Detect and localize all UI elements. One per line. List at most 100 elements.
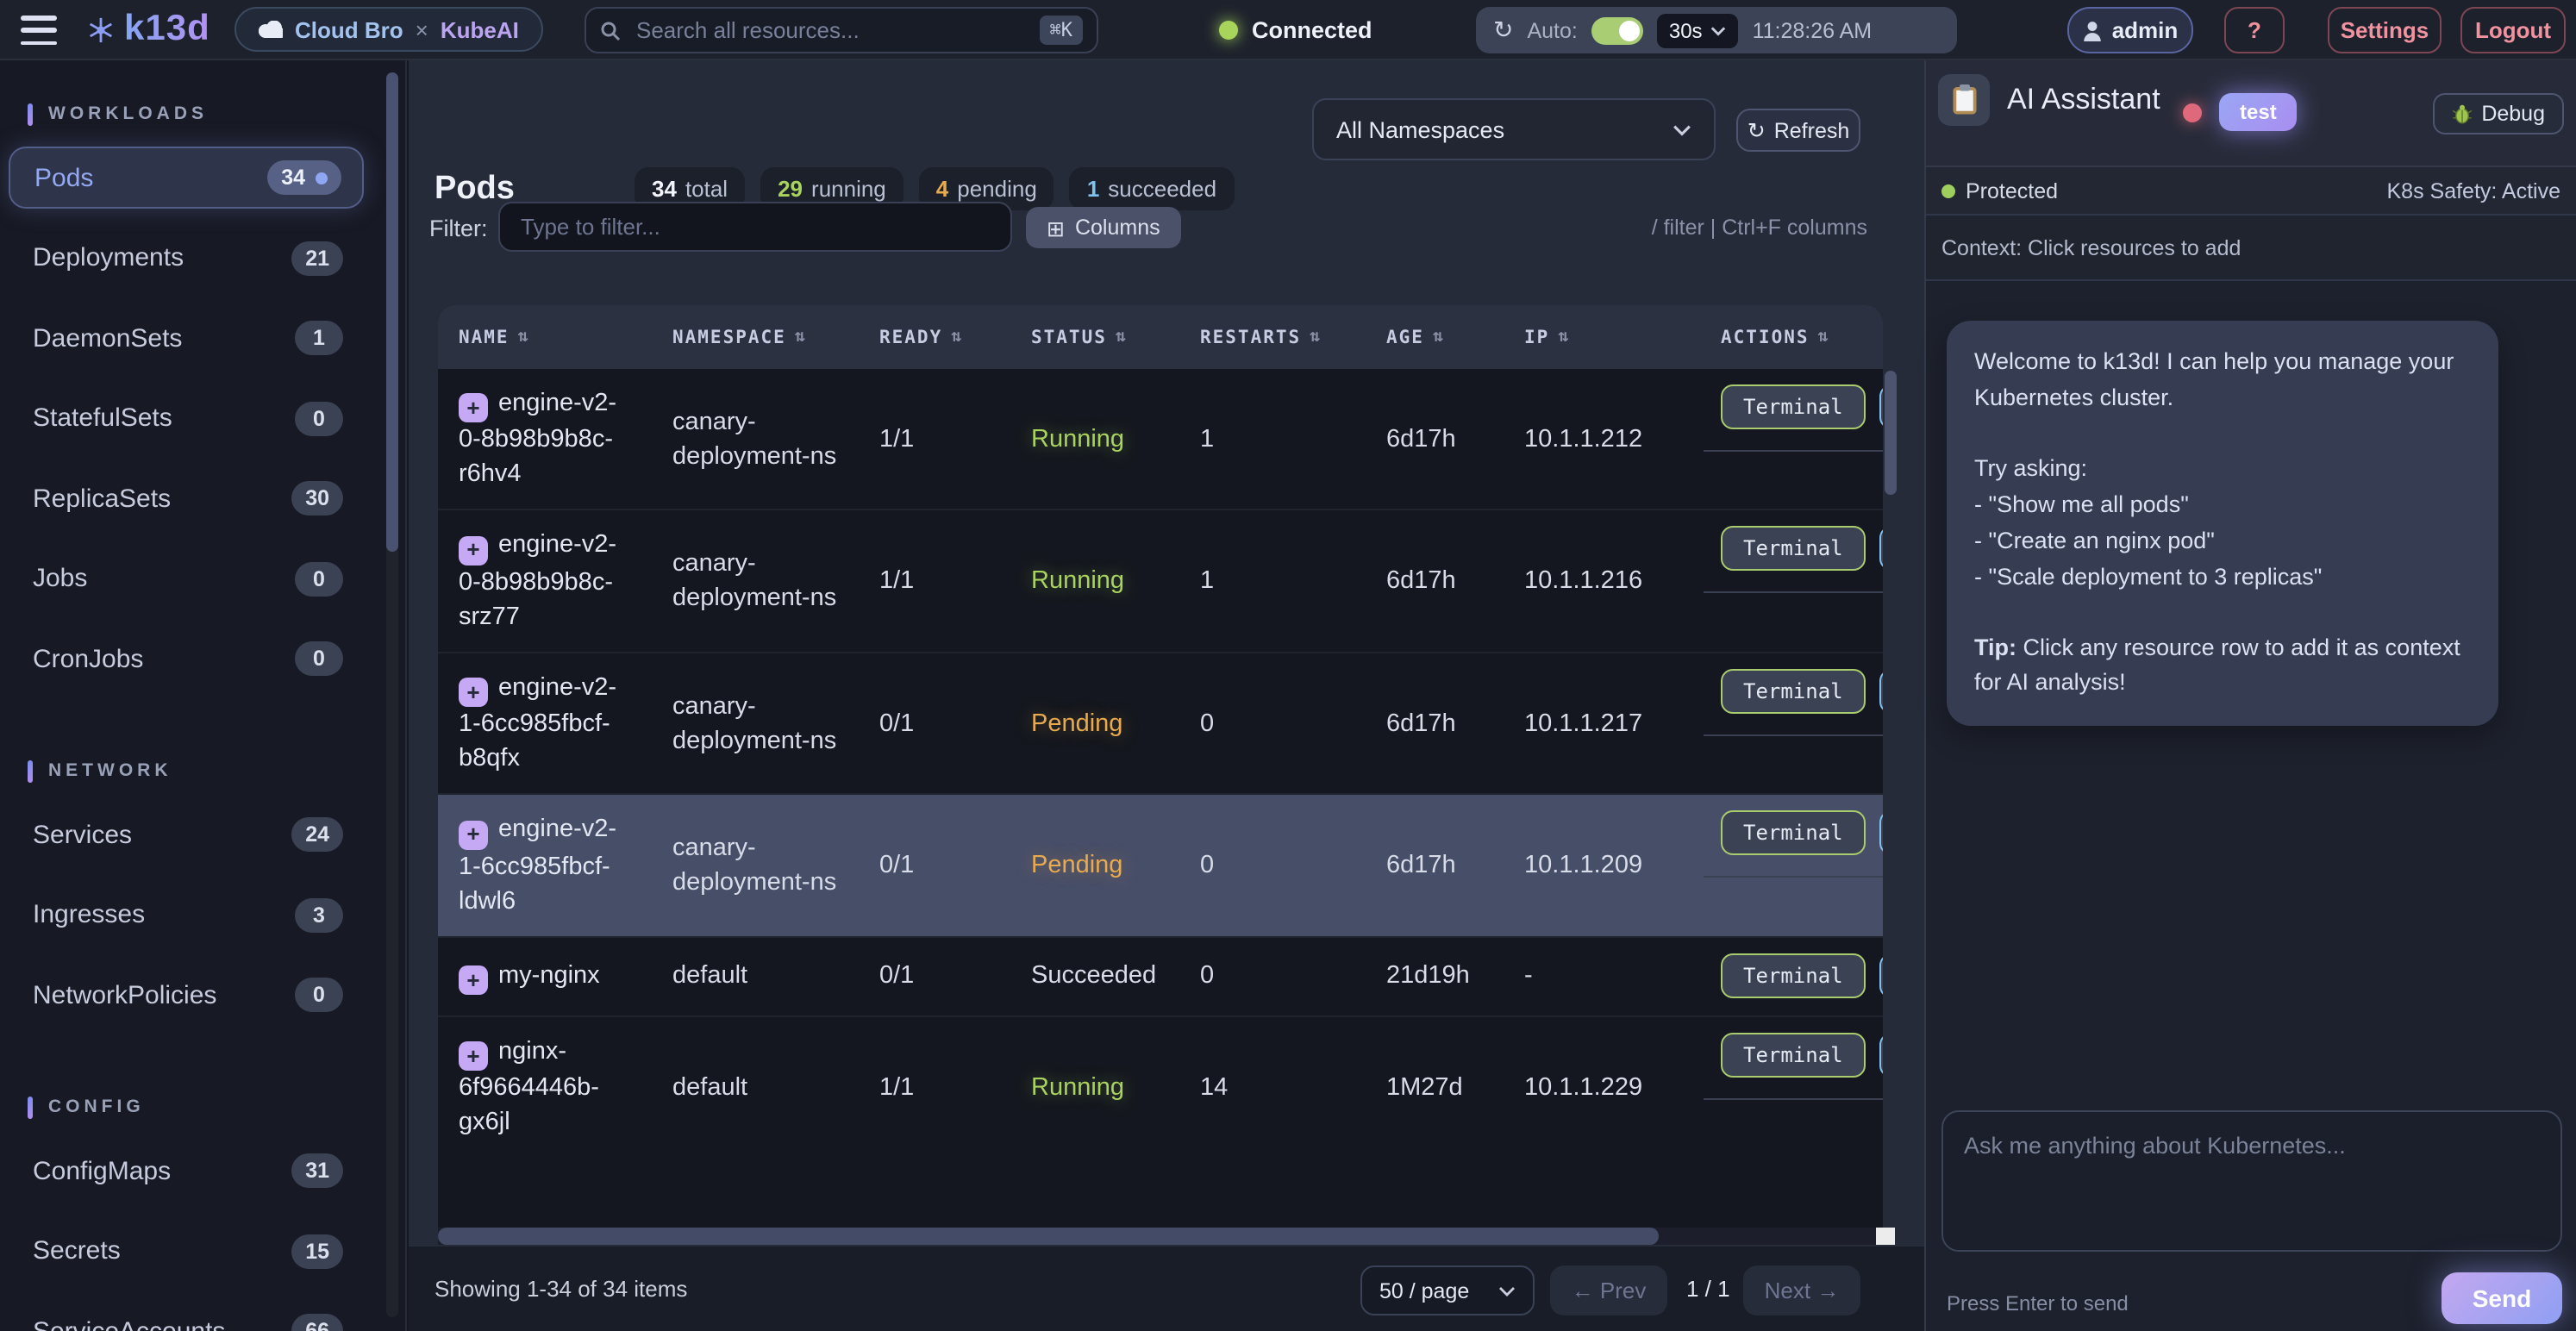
interval-select[interactable]: 30s bbox=[1657, 13, 1739, 47]
terminal-button[interactable]: Terminal bbox=[1721, 1033, 1866, 1078]
refresh-button[interactable]: ↻ Refresh bbox=[1736, 109, 1860, 152]
column-header-ip[interactable]: IP⇅ bbox=[1504, 305, 1700, 369]
sidebar-item-networkpolicies[interactable]: NetworkPolicies0 bbox=[9, 964, 364, 1026]
prev-page-button[interactable]: ← Prev bbox=[1550, 1265, 1667, 1315]
count-badge: 0 bbox=[295, 561, 343, 596]
kubernetes-helm-icon bbox=[86, 16, 116, 45]
sidebar-item-label: DaemonSets bbox=[33, 323, 182, 353]
column-header-actions[interactable]: ACTIONS⇅ bbox=[1700, 305, 1883, 369]
sidebar-item-pods[interactable]: Pods 34 bbox=[9, 147, 364, 209]
menu-icon[interactable] bbox=[21, 16, 57, 45]
sidebar-item-daemonsets[interactable]: DaemonSets1 bbox=[9, 307, 364, 369]
count-badge: 21 bbox=[291, 241, 343, 275]
chevron-down-icon bbox=[1711, 25, 1727, 35]
column-header-ready[interactable]: READY⇅ bbox=[859, 305, 1010, 369]
connected-dot-icon bbox=[1219, 21, 1238, 40]
logs-button[interactable]: Logs bbox=[1879, 811, 1883, 856]
table-row[interactable]: +my-nginx default 0/1 Succeeded 0 21d19h… bbox=[438, 936, 1883, 1015]
terminal-button[interactable]: Terminal bbox=[1721, 811, 1866, 856]
settings-button[interactable]: Settings bbox=[2328, 7, 2442, 53]
logs-button[interactable]: Logs bbox=[1879, 1033, 1883, 1078]
table-row[interactable]: +engine-v2-0-8b98b9b8c-r6hv4 canary-depl… bbox=[438, 369, 1883, 509]
sort-icon: ⇅ bbox=[1818, 328, 1830, 347]
namespace-select[interactable]: All Namespaces bbox=[1312, 98, 1716, 160]
send-button[interactable]: Send bbox=[2442, 1272, 2562, 1324]
logout-button[interactable]: Logout bbox=[2460, 7, 2566, 53]
sidebar-item-label: ReplicaSets bbox=[33, 484, 171, 513]
sort-icon: ⇅ bbox=[1433, 328, 1445, 347]
column-header-restarts[interactable]: RESTARTS⇅ bbox=[1179, 305, 1366, 369]
sidebar-item-label: Jobs bbox=[33, 564, 87, 593]
logs-button[interactable]: Logs bbox=[1879, 527, 1883, 572]
table-row[interactable]: +engine-v2-0-8b98b9b8c-srz77 canary-depl… bbox=[438, 509, 1883, 652]
chat-input[interactable] bbox=[1941, 1110, 2562, 1252]
clock-time: 11:28:26 AM bbox=[1753, 18, 1873, 42]
search-input[interactable] bbox=[633, 16, 1040, 45]
columns-button[interactable]: ⊞ Columns bbox=[1026, 207, 1181, 248]
refresh-icon: ↻ bbox=[1748, 117, 1766, 143]
filter-input[interactable] bbox=[498, 202, 1012, 252]
auto-refresh-toggle[interactable] bbox=[1591, 16, 1643, 44]
table-header: NAME⇅NAMESPACE⇅READY⇅STATUS⇅RESTARTS⇅AGE… bbox=[438, 305, 1883, 369]
sidebar-item-serviceaccounts[interactable]: ServiceAccounts66 bbox=[9, 1300, 364, 1331]
logs-button[interactable]: Logs bbox=[1879, 953, 1883, 998]
column-header-name[interactable]: NAME⇅ bbox=[438, 305, 652, 369]
add-context-icon[interactable]: + bbox=[459, 821, 488, 850]
sidebar-item-label: Pods bbox=[34, 163, 93, 192]
sidebar-item-cronjobs[interactable]: CronJobs0 bbox=[9, 628, 364, 690]
top-bar: k13d Cloud Bro × KubeAI ⌘K Connected ↻ A… bbox=[0, 0, 2576, 60]
add-context-icon[interactable]: + bbox=[459, 965, 488, 995]
count-badge: 0 bbox=[295, 978, 343, 1012]
terminal-button[interactable]: Terminal bbox=[1721, 669, 1866, 714]
sidebar-item-secrets[interactable]: Secrets15 bbox=[9, 1220, 364, 1282]
cluster-ai-name: KubeAI bbox=[441, 16, 519, 42]
section-accent-bar bbox=[28, 103, 33, 125]
logs-button[interactable]: Logs bbox=[1879, 384, 1883, 429]
sidebar-item-services[interactable]: Services24 bbox=[9, 803, 364, 865]
sidebar-item-configmaps[interactable]: ConfigMaps31 bbox=[9, 1140, 364, 1202]
add-context-icon[interactable]: + bbox=[459, 678, 488, 708]
sort-icon: ⇅ bbox=[1558, 328, 1570, 347]
sidebar-scrollbar-thumb[interactable] bbox=[386, 72, 398, 552]
connection-label: Connected bbox=[1252, 17, 1372, 43]
global-search[interactable]: ⌘K bbox=[585, 7, 1098, 53]
terminal-button[interactable]: Terminal bbox=[1721, 527, 1866, 572]
refresh-icon[interactable]: ↻ bbox=[1493, 16, 1513, 45]
debug-button[interactable]: Debug bbox=[2433, 93, 2564, 134]
add-context-icon[interactable]: + bbox=[459, 394, 488, 423]
table-row[interactable]: +nginx-6f9664446b-gx6jl default 1/1 Runn… bbox=[438, 1015, 1883, 1158]
sidebar-item-replicasets[interactable]: ReplicaSets30 bbox=[9, 467, 364, 529]
user-button[interactable]: admin bbox=[2067, 7, 2193, 53]
count-badge: 0 bbox=[295, 401, 343, 435]
help-button[interactable]: ? bbox=[2224, 7, 2285, 53]
count-badge: 34 bbox=[267, 160, 341, 195]
sidebar-item-jobs[interactable]: Jobs 0 bbox=[9, 547, 364, 609]
column-header-age[interactable]: AGE⇅ bbox=[1366, 305, 1504, 369]
next-page-button[interactable]: Next → bbox=[1743, 1265, 1860, 1315]
cluster-badge[interactable]: Cloud Bro × KubeAI bbox=[234, 7, 543, 52]
count-badge: 66 bbox=[291, 1314, 343, 1331]
protected-label: Protected bbox=[1966, 178, 2058, 203]
table-vertical-scrollbar[interactable] bbox=[1885, 371, 1897, 495]
column-header-status[interactable]: STATUS⇅ bbox=[1010, 305, 1179, 369]
terminal-button[interactable]: Terminal bbox=[1721, 384, 1866, 429]
add-context-icon[interactable]: + bbox=[459, 536, 488, 566]
terminal-button[interactable]: Terminal bbox=[1721, 953, 1866, 998]
cloud-icon bbox=[259, 21, 283, 38]
add-context-icon[interactable]: + bbox=[459, 1042, 488, 1072]
tip-line: Tip: Click any resource row to add it as… bbox=[1974, 630, 2471, 703]
sidebar-item-ingresses[interactable]: Ingresses 3 bbox=[9, 884, 364, 946]
clipboard-icon bbox=[1938, 74, 1990, 126]
page-size-select[interactable]: 50 / page bbox=[1360, 1265, 1535, 1315]
column-header-namespace[interactable]: NAMESPACE⇅ bbox=[652, 305, 859, 369]
sidebar-item-statefulsets[interactable]: StatefulSets0 bbox=[9, 387, 364, 449]
auto-label: Auto: bbox=[1527, 18, 1577, 42]
logs-button[interactable]: Logs bbox=[1879, 669, 1883, 714]
sidebar-item-deployments[interactable]: Deployments21 bbox=[9, 227, 364, 289]
table-row[interactable]: +engine-v2-1-6cc985fbcf-b8qfx canary-dep… bbox=[438, 652, 1883, 794]
table-row[interactable]: +engine-v2-1-6cc985fbcf-ldwl6 canary-dep… bbox=[438, 794, 1883, 936]
table-horizontal-scrollbar-thumb[interactable] bbox=[438, 1228, 1659, 1245]
sidebar-item-label: Ingresses bbox=[33, 900, 145, 929]
table-horizontal-scrollbar-track[interactable] bbox=[438, 1228, 1883, 1245]
count-badge: 3 bbox=[295, 897, 343, 932]
